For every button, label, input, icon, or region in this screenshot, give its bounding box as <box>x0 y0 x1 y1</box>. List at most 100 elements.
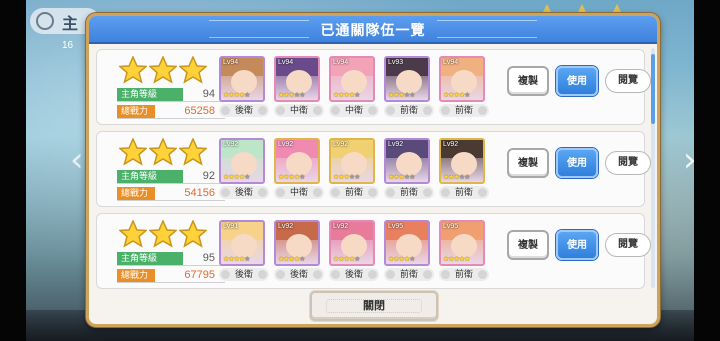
use-team-button[interactable]: 使用 <box>556 230 598 260</box>
view-team-button[interactable]: 閱覽 <box>605 151 651 175</box>
unit-rarity-stars: ★★★★★ <box>223 174 250 181</box>
view-team-button[interactable]: 閱覽 <box>605 69 651 93</box>
unit-level: Lv94 <box>278 59 294 66</box>
power-line: 總戰力 65258 <box>117 105 225 119</box>
close-button[interactable]: 關閉 <box>310 291 438 321</box>
dialog-title: 已通關隊伍一覽 <box>320 22 426 38</box>
unit-slot[interactable]: Lv92 ★★★★★ 中衛 <box>274 138 324 200</box>
team-row: 主角等級 92 總戰力 54156 Lv92 ★★★★★ 後衛 Lv92 ★★★★★ 中衛 Lv92… <box>96 131 651 207</box>
dialog-header: 已通關隊伍一覽 <box>89 16 657 44</box>
unit-portrait: Lv92 ★★★★★ <box>439 138 485 184</box>
clear-stars <box>118 219 209 248</box>
unit-slot[interactable]: Lv92 ★★★★★ 前衛 <box>384 138 434 200</box>
unit-portrait: Lv92 ★★★★★ <box>384 138 430 184</box>
unit-portrait: Lv95 ★★★★★ <box>439 220 485 266</box>
unit-position-label: 中衛 <box>289 187 308 197</box>
star-icon <box>178 55 208 84</box>
unit-position-label: 前衛 <box>344 187 363 197</box>
unit-slot[interactable]: Lv94 ★★★★★ 中衛 <box>329 56 379 118</box>
unit-slot[interactable]: Lv93 ★★★★★ 前衛 <box>384 56 434 118</box>
unit-slot[interactable]: Lv94 ★★★★★ 後衛 <box>219 56 269 118</box>
unit-level: Lv92 <box>443 141 459 148</box>
unit-level: Lv92 <box>278 141 294 148</box>
copy-team-button[interactable]: 複製 <box>507 66 549 96</box>
star-icon <box>148 219 178 248</box>
unit-position-label: 後衛 <box>234 187 253 197</box>
unit-portrait: Lv94 ★★★★★ <box>439 56 485 102</box>
unit-slot[interactable]: Lv95 ★★★★★ 前衛 <box>439 220 489 282</box>
unit-slot[interactable]: Lv92 ★★★★★ 後衛 <box>274 220 324 282</box>
unit-slot[interactable]: Lv91 ★★★★★ 後衛 <box>219 220 269 282</box>
device-bezel-right <box>694 0 720 341</box>
unit-portrait: Lv92 ★★★★★ <box>274 138 320 184</box>
unit-portrait: Lv94 ★★★★★ <box>274 56 320 102</box>
player-level-line: 主角等級 95 <box>117 252 225 266</box>
player-level-value: 92 <box>202 170 215 182</box>
scrollbar-thumb[interactable] <box>651 54 655 124</box>
chevron-left-icon[interactable]: ‹ <box>70 140 84 180</box>
view-team-button[interactable]: 閱覽 <box>605 233 651 257</box>
unit-level: Lv91 <box>223 223 239 230</box>
star-icon <box>148 137 178 166</box>
team-list[interactable]: 主角等級 94 總戰力 65258 Lv94 ★★★★★ 後衛 Lv94 ★★★★★ 中衛 Lv94… <box>89 46 657 290</box>
star-icon <box>118 137 148 166</box>
unit-rarity-stars: ★★★★★ <box>388 174 415 181</box>
unit-rarity-stars: ★★★★★ <box>223 92 250 99</box>
unit-slot[interactable]: Lv92 ★★★★★ 後衛 <box>329 220 379 282</box>
unit-level: Lv92 <box>223 141 239 148</box>
unit-slot[interactable]: Lv92 ★★★★★ 後衛 <box>219 138 269 200</box>
use-team-button[interactable]: 使用 <box>556 148 598 178</box>
unit-level: Lv95 <box>388 223 404 230</box>
star-icon <box>178 219 208 248</box>
unit-slot[interactable]: Lv92 ★★★★★ 前衛 <box>439 138 489 200</box>
unit-position-label: 前衛 <box>454 105 473 115</box>
player-level-value: 95 <box>202 252 215 264</box>
team-row: 主角等級 94 總戰力 65258 Lv94 ★★★★★ 後衛 Lv94 ★★★★★ 中衛 Lv94… <box>96 49 651 125</box>
player-level-label: 主角等級 <box>117 170 183 183</box>
copy-team-button[interactable]: 複製 <box>507 148 549 178</box>
unit-position: 前衛 <box>439 268 489 281</box>
power-value: 54156 <box>184 187 215 199</box>
unit-rarity-stars: ★★★★★ <box>388 92 415 99</box>
unit-level: Lv92 <box>333 141 349 148</box>
unit-position-label: 後衛 <box>234 105 253 115</box>
unit-level: Lv95 <box>443 223 459 230</box>
cleared-teams-dialog: 已通關隊伍一覽 主角等級 94 總戰力 65258 Lv94 ★★★★★ 後衛 Lv94 ★★★… <box>86 13 660 327</box>
player-level-line: 主角等級 94 <box>117 88 225 102</box>
unit-level: Lv92 <box>388 141 404 148</box>
unit-slot[interactable]: Lv94 ★★★★★ 中衛 <box>274 56 324 118</box>
unit-position-label: 後衛 <box>234 269 253 279</box>
unit-position: 前衛 <box>439 186 489 199</box>
unit-rarity-stars: ★★★★★ <box>388 256 415 263</box>
unit-portrait: Lv95 ★★★★★ <box>384 220 430 266</box>
power-label: 總戰力 <box>117 105 155 118</box>
unit-position: 後衛 <box>329 268 379 281</box>
background-title-fragment: 主 <box>62 16 79 33</box>
unit-rarity-stars: ★★★★★ <box>278 256 305 263</box>
chevron-right-icon[interactable]: › <box>683 140 697 180</box>
unit-slot[interactable]: Lv95 ★★★★★ 前衛 <box>384 220 434 282</box>
power-value: 65258 <box>184 105 215 117</box>
background-number-fragment: 16 <box>62 40 74 51</box>
close-button-label: 關閉 <box>363 300 385 312</box>
unit-rarity-stars: ★★★★★ <box>278 174 305 181</box>
unit-position: 中衛 <box>274 186 324 199</box>
unit-position: 中衛 <box>274 104 324 117</box>
unit-portrait: Lv91 ★★★★★ <box>219 220 265 266</box>
unit-slot[interactable]: Lv94 ★★★★★ 前衛 <box>439 56 489 118</box>
unit-position-label: 前衛 <box>399 269 418 279</box>
scrollbar[interactable] <box>651 48 655 288</box>
unit-rarity-stars: ★★★★★ <box>278 92 305 99</box>
unit-level: Lv94 <box>333 59 349 66</box>
power-value: 67795 <box>184 269 215 281</box>
power-label: 總戰力 <box>117 187 155 200</box>
use-team-button[interactable]: 使用 <box>556 66 598 96</box>
unit-position-label: 前衛 <box>399 105 418 115</box>
unit-portrait: Lv92 ★★★★★ <box>274 220 320 266</box>
copy-team-button[interactable]: 複製 <box>507 230 549 260</box>
unit-slot[interactable]: Lv92 ★★★★★ 前衛 <box>329 138 379 200</box>
unit-position-label: 中衛 <box>344 105 363 115</box>
back-button[interactable] <box>36 12 54 30</box>
unit-position: 前衛 <box>384 186 434 199</box>
unit-position: 前衛 <box>384 268 434 281</box>
